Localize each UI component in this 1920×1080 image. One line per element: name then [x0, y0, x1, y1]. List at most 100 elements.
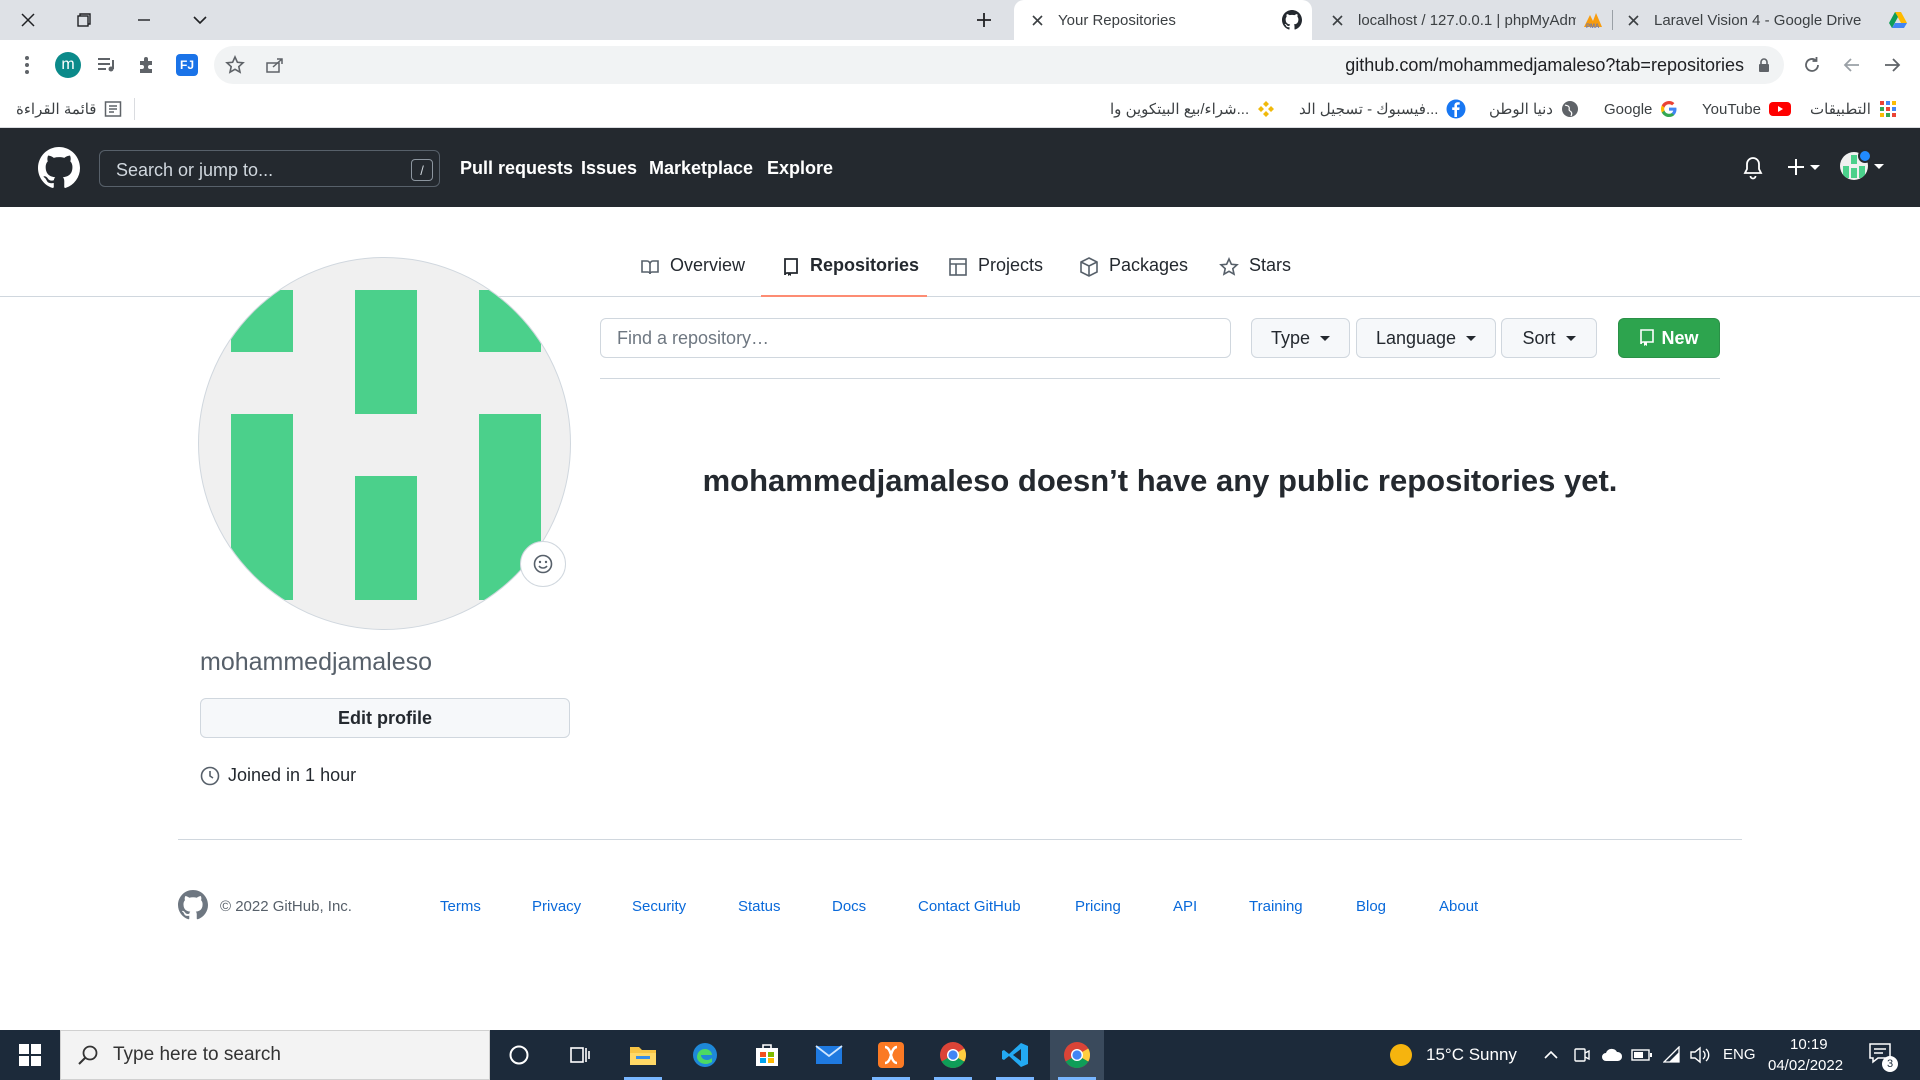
github-logo-icon[interactable] [38, 147, 80, 189]
bookmark-donia-alwatan[interactable]: دنيا الوطن [1489, 98, 1579, 120]
binance-icon [1258, 101, 1275, 117]
task-view-button[interactable] [553, 1030, 607, 1080]
cortana-button[interactable] [492, 1030, 546, 1080]
tab-repositories[interactable]: Repositories [761, 255, 927, 297]
taskbar-xampp[interactable] [864, 1030, 918, 1080]
browser-tab-google-drive[interactable]: Laravel Vision 4 - Google Drive [1614, 0, 1912, 40]
edge-icon [693, 1043, 717, 1067]
footer-link-blog[interactable]: Blog [1356, 898, 1386, 915]
taskbar-chrome-active[interactable] [1050, 1030, 1104, 1080]
browser-menu-button[interactable] [12, 50, 42, 80]
chevron-up-icon[interactable] [1543, 1047, 1559, 1063]
create-new-dropdown[interactable] [1786, 157, 1820, 177]
browser-tab-phpmyadmin[interactable]: localhost / 127.0.0.1 | phpMyAdm PMA [1318, 0, 1608, 40]
github-search-input[interactable]: Search or jump to... / [99, 150, 440, 187]
taskbar-vscode[interactable] [988, 1030, 1042, 1080]
user-menu-dropdown[interactable] [1840, 149, 1884, 180]
tab-close-button[interactable] [1620, 7, 1646, 33]
reading-queue-button[interactable] [92, 50, 122, 80]
taskbar-chrome[interactable] [926, 1030, 980, 1080]
window-minimize-button[interactable] [116, 0, 172, 40]
close-icon [21, 13, 35, 27]
footer-link-contact[interactable]: Contact GitHub [918, 898, 1021, 915]
profile-button[interactable]: m [53, 50, 83, 80]
meet-now-icon[interactable] [1573, 1046, 1591, 1064]
speaker-icon[interactable] [1689, 1046, 1711, 1064]
new-repository-button[interactable]: New [1618, 318, 1720, 358]
facebook-icon [1446, 99, 1466, 119]
wifi-icon[interactable] [1663, 1046, 1683, 1064]
footer-link-security[interactable]: Security [632, 898, 686, 915]
windows-taskbar: Type here to search 15°C Sunny ENG 10:19… [0, 1030, 1920, 1080]
tab-label: Stars [1249, 255, 1292, 275]
bookmark-facebook[interactable]: فيسبوك - تسجيل الد... [1299, 98, 1466, 120]
nav-explore[interactable]: Explore [767, 158, 833, 179]
set-status-button[interactable] [520, 541, 566, 587]
notification-count-badge: 3 [1882, 1056, 1898, 1072]
find-repository-input[interactable] [600, 318, 1231, 358]
browser-tab-repositories[interactable]: Your Repositories [1014, 0, 1312, 40]
nav-pull-requests[interactable]: Pull requests [460, 158, 573, 179]
edit-profile-button[interactable]: Edit profile [200, 698, 570, 738]
bookmark-binance[interactable]: شراء/بيع البيتكوين وا... [1110, 98, 1275, 120]
apps-grid-icon [1879, 101, 1896, 117]
notification-center-button[interactable]: 3 [1866, 1040, 1898, 1072]
extensions-button[interactable] [132, 50, 162, 80]
taskbar-file-explorer[interactable] [616, 1030, 670, 1080]
window-close-button[interactable] [0, 0, 56, 40]
footer-link-about[interactable]: About [1439, 898, 1478, 915]
kebab-menu-icon [25, 56, 29, 74]
tab-close-button[interactable] [1024, 7, 1050, 33]
footer-link-pricing[interactable]: Pricing [1075, 898, 1121, 915]
forward-button[interactable] [1837, 50, 1867, 80]
github-mark-icon[interactable] [178, 890, 208, 920]
tab-close-button[interactable] [1324, 7, 1350, 33]
new-tab-button[interactable] [956, 0, 1012, 40]
tab-stars[interactable]: Stars [1219, 255, 1291, 297]
sun-weather-icon[interactable] [1389, 1043, 1413, 1067]
taskbar-mail[interactable] [802, 1030, 856, 1080]
bookmark-star-button[interactable] [220, 50, 250, 80]
bookmark-apps[interactable]: التطبيقات [1810, 98, 1897, 120]
tab-search-button[interactable] [172, 0, 228, 40]
window-restore-button[interactable] [56, 0, 112, 40]
mail-icon [815, 1045, 843, 1064]
clock-date[interactable]: 04/02/2022 [1768, 1057, 1843, 1074]
reading-list-button[interactable]: قائمة القراءة [16, 98, 122, 120]
repo-icon [1640, 329, 1655, 346]
footer-link-training[interactable]: Training [1249, 898, 1303, 915]
taskbar-search-box[interactable]: Type here to search [60, 1030, 490, 1080]
tab-overview[interactable]: Overview [640, 255, 745, 297]
footer-link-docs[interactable]: Docs [832, 898, 866, 915]
language-filter-dropdown[interactable]: Language [1356, 318, 1496, 358]
taskbar-store[interactable] [740, 1030, 794, 1080]
address-bar[interactable]: github.com/mohammedjamaleso?tab=reposito… [214, 46, 1784, 84]
footer-link-status[interactable]: Status [738, 898, 781, 915]
onedrive-cloud-icon[interactable] [1601, 1047, 1623, 1063]
start-button[interactable] [3, 1030, 57, 1080]
bookmark-youtube[interactable]: YouTube [1702, 98, 1791, 120]
sort-dropdown[interactable]: Sort [1501, 318, 1597, 358]
share-button[interactable] [260, 50, 290, 80]
tab-projects[interactable]: Projects [948, 255, 1043, 297]
bookmark-google[interactable]: Google [1604, 98, 1678, 120]
footer-link-privacy[interactable]: Privacy [532, 898, 581, 915]
notifications-button[interactable] [1742, 156, 1764, 180]
tab-packages[interactable]: Packages [1079, 255, 1188, 297]
battery-icon[interactable] [1631, 1048, 1653, 1062]
taskbar-edge[interactable] [678, 1030, 732, 1080]
extension-fj-button[interactable]: FJ [172, 50, 202, 80]
clock-time[interactable]: 10:19 [1790, 1036, 1828, 1053]
profile-avatar[interactable] [198, 257, 571, 630]
input-language[interactable]: ENG [1723, 1046, 1756, 1063]
type-filter-dropdown[interactable]: Type [1251, 318, 1350, 358]
caret-down-icon [1320, 335, 1331, 341]
footer-link-api[interactable]: API [1173, 898, 1197, 915]
reload-button[interactable] [1797, 50, 1827, 80]
nav-issues[interactable]: Issues [581, 158, 637, 179]
nav-marketplace[interactable]: Marketplace [649, 158, 753, 179]
bookmark-label: دنيا الوطن [1489, 101, 1553, 118]
back-button[interactable] [1877, 50, 1907, 80]
footer-link-terms[interactable]: Terms [440, 898, 481, 915]
weather-text[interactable]: 15°C Sunny [1426, 1045, 1517, 1065]
